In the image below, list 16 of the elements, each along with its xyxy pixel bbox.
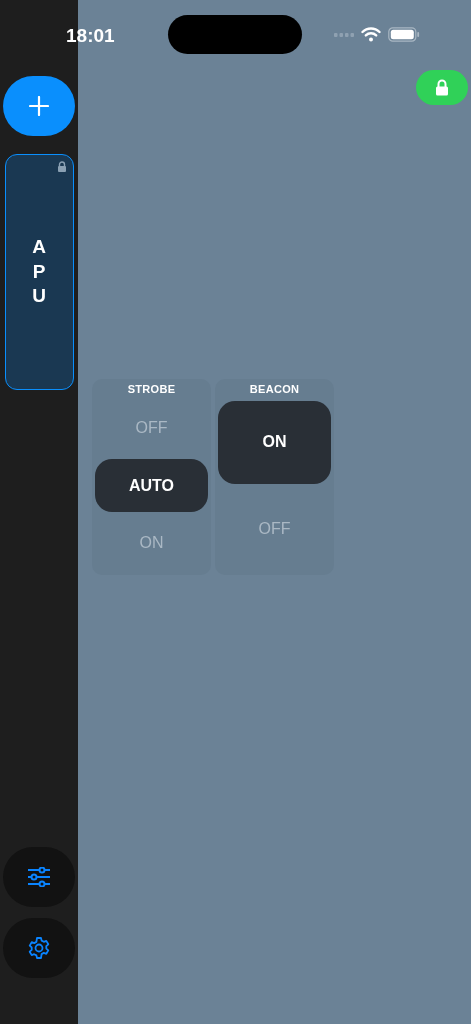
plus-icon [29, 96, 49, 116]
lock-button[interactable] [416, 70, 468, 105]
switch-option[interactable]: AUTO [95, 458, 208, 513]
lock-icon [435, 79, 449, 96]
switch-title: BEACON [249, 382, 300, 397]
panel-card[interactable]: APU [4, 154, 74, 390]
settings-sliders-button[interactable] [3, 847, 75, 907]
switch-option[interactable]: ON [218, 401, 331, 484]
sliders-icon [27, 867, 51, 887]
switch-title: STROBE [127, 382, 176, 397]
add-button[interactable] [3, 76, 75, 136]
wifi-icon [361, 27, 381, 42]
gear-icon [27, 936, 51, 960]
settings-button[interactable] [3, 918, 75, 978]
battery-icon [388, 27, 420, 42]
signal-icon [334, 32, 354, 37]
